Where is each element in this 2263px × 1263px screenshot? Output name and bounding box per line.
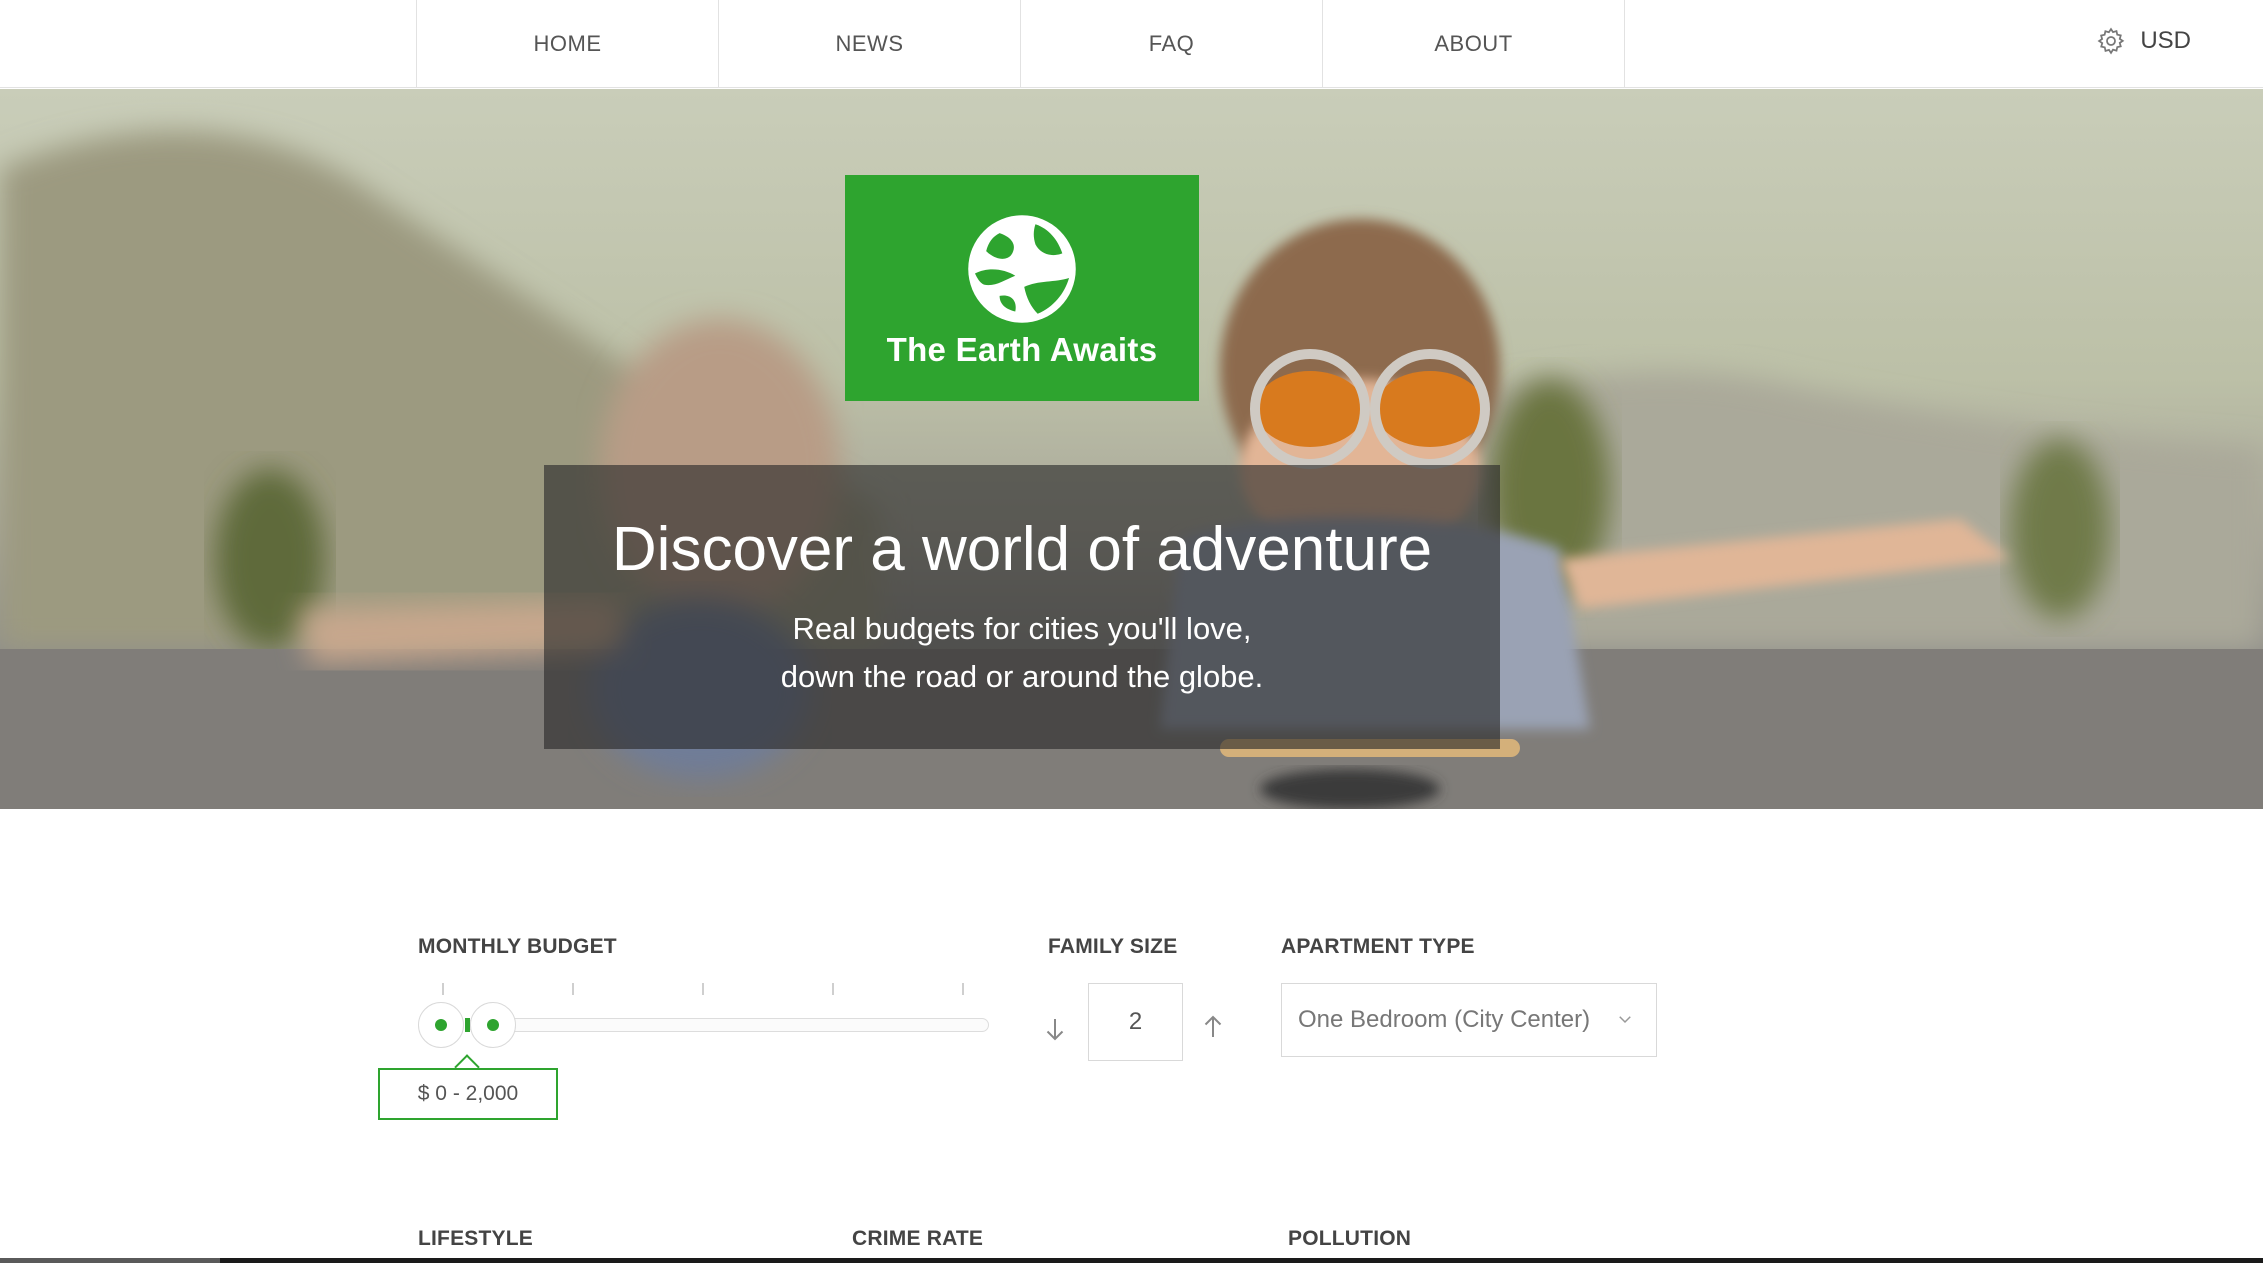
slider-tick xyxy=(702,983,704,995)
globe-hands-icon xyxy=(968,215,1076,323)
lifestyle-label: LIFESTYLE xyxy=(418,1227,533,1250)
crime-rate-label: CRIME RATE xyxy=(852,1227,984,1250)
slider-tick xyxy=(962,983,964,995)
nav-faq[interactable]: FAQ xyxy=(1021,0,1323,88)
nav-menu: HOME NEWS FAQ ABOUT xyxy=(416,0,1625,88)
pollution-label: POLLUTION xyxy=(1288,1227,1412,1250)
apartment-type-select[interactable]: One Bedroom (City Center) xyxy=(1281,983,1657,1057)
slider-tick xyxy=(832,983,834,995)
hero-tagline-panel: Discover a world of adventure Real budge… xyxy=(544,465,1500,749)
arrow-up-icon[interactable] xyxy=(1198,1012,1228,1042)
budget-range-tooltip: $ 0 - 2,000 xyxy=(378,1068,558,1120)
hero-subtitle: Real budgets for cities you'll love, dow… xyxy=(544,605,1500,701)
family-size-input[interactable]: 2 xyxy=(1088,983,1183,1061)
slider-tick xyxy=(442,983,444,995)
slider-tick xyxy=(572,983,574,995)
slider-track[interactable] xyxy=(468,1018,989,1032)
slider-min-handle[interactable] xyxy=(418,1002,464,1048)
gear-icon xyxy=(2097,27,2125,55)
family-size-label: FAMILY SIZE xyxy=(1048,935,1178,958)
site-logo[interactable]: The Earth Awaits xyxy=(845,175,1199,401)
top-navigation: HOME NEWS FAQ ABOUT USD xyxy=(0,0,2263,88)
monthly-budget-label: MONTHLY BUDGET xyxy=(418,935,617,958)
bottom-scroll-bar xyxy=(0,1258,2263,1263)
apartment-type-value: One Bedroom (City Center) xyxy=(1298,1006,1591,1033)
logo-text: The Earth Awaits xyxy=(886,331,1158,368)
chevron-down-icon xyxy=(1619,1016,1631,1024)
bottom-scroll-thumb[interactable] xyxy=(0,1258,220,1263)
nav-about[interactable]: ABOUT xyxy=(1323,0,1625,88)
nav-home[interactable]: HOME xyxy=(417,0,719,88)
arrow-down-icon[interactable] xyxy=(1040,1014,1070,1044)
apartment-type-label: APARTMENT TYPE xyxy=(1281,935,1475,958)
monthly-budget-slider[interactable] xyxy=(418,978,989,1048)
slider-max-handle[interactable] xyxy=(470,1002,516,1048)
hero-banner: The Earth Awaits Discover a world of adv… xyxy=(0,89,2263,809)
hero-subtitle-line-2: down the road or around the globe. xyxy=(780,659,1264,694)
hero-title: Discover a world of adventure xyxy=(611,515,1433,584)
hero-subtitle-line-1: Real budgets for cities you'll love, xyxy=(792,611,1252,646)
currency-selector[interactable]: USD xyxy=(2096,26,2191,56)
currency-label: USD xyxy=(2140,27,2191,54)
nav-news[interactable]: NEWS xyxy=(719,0,1021,88)
